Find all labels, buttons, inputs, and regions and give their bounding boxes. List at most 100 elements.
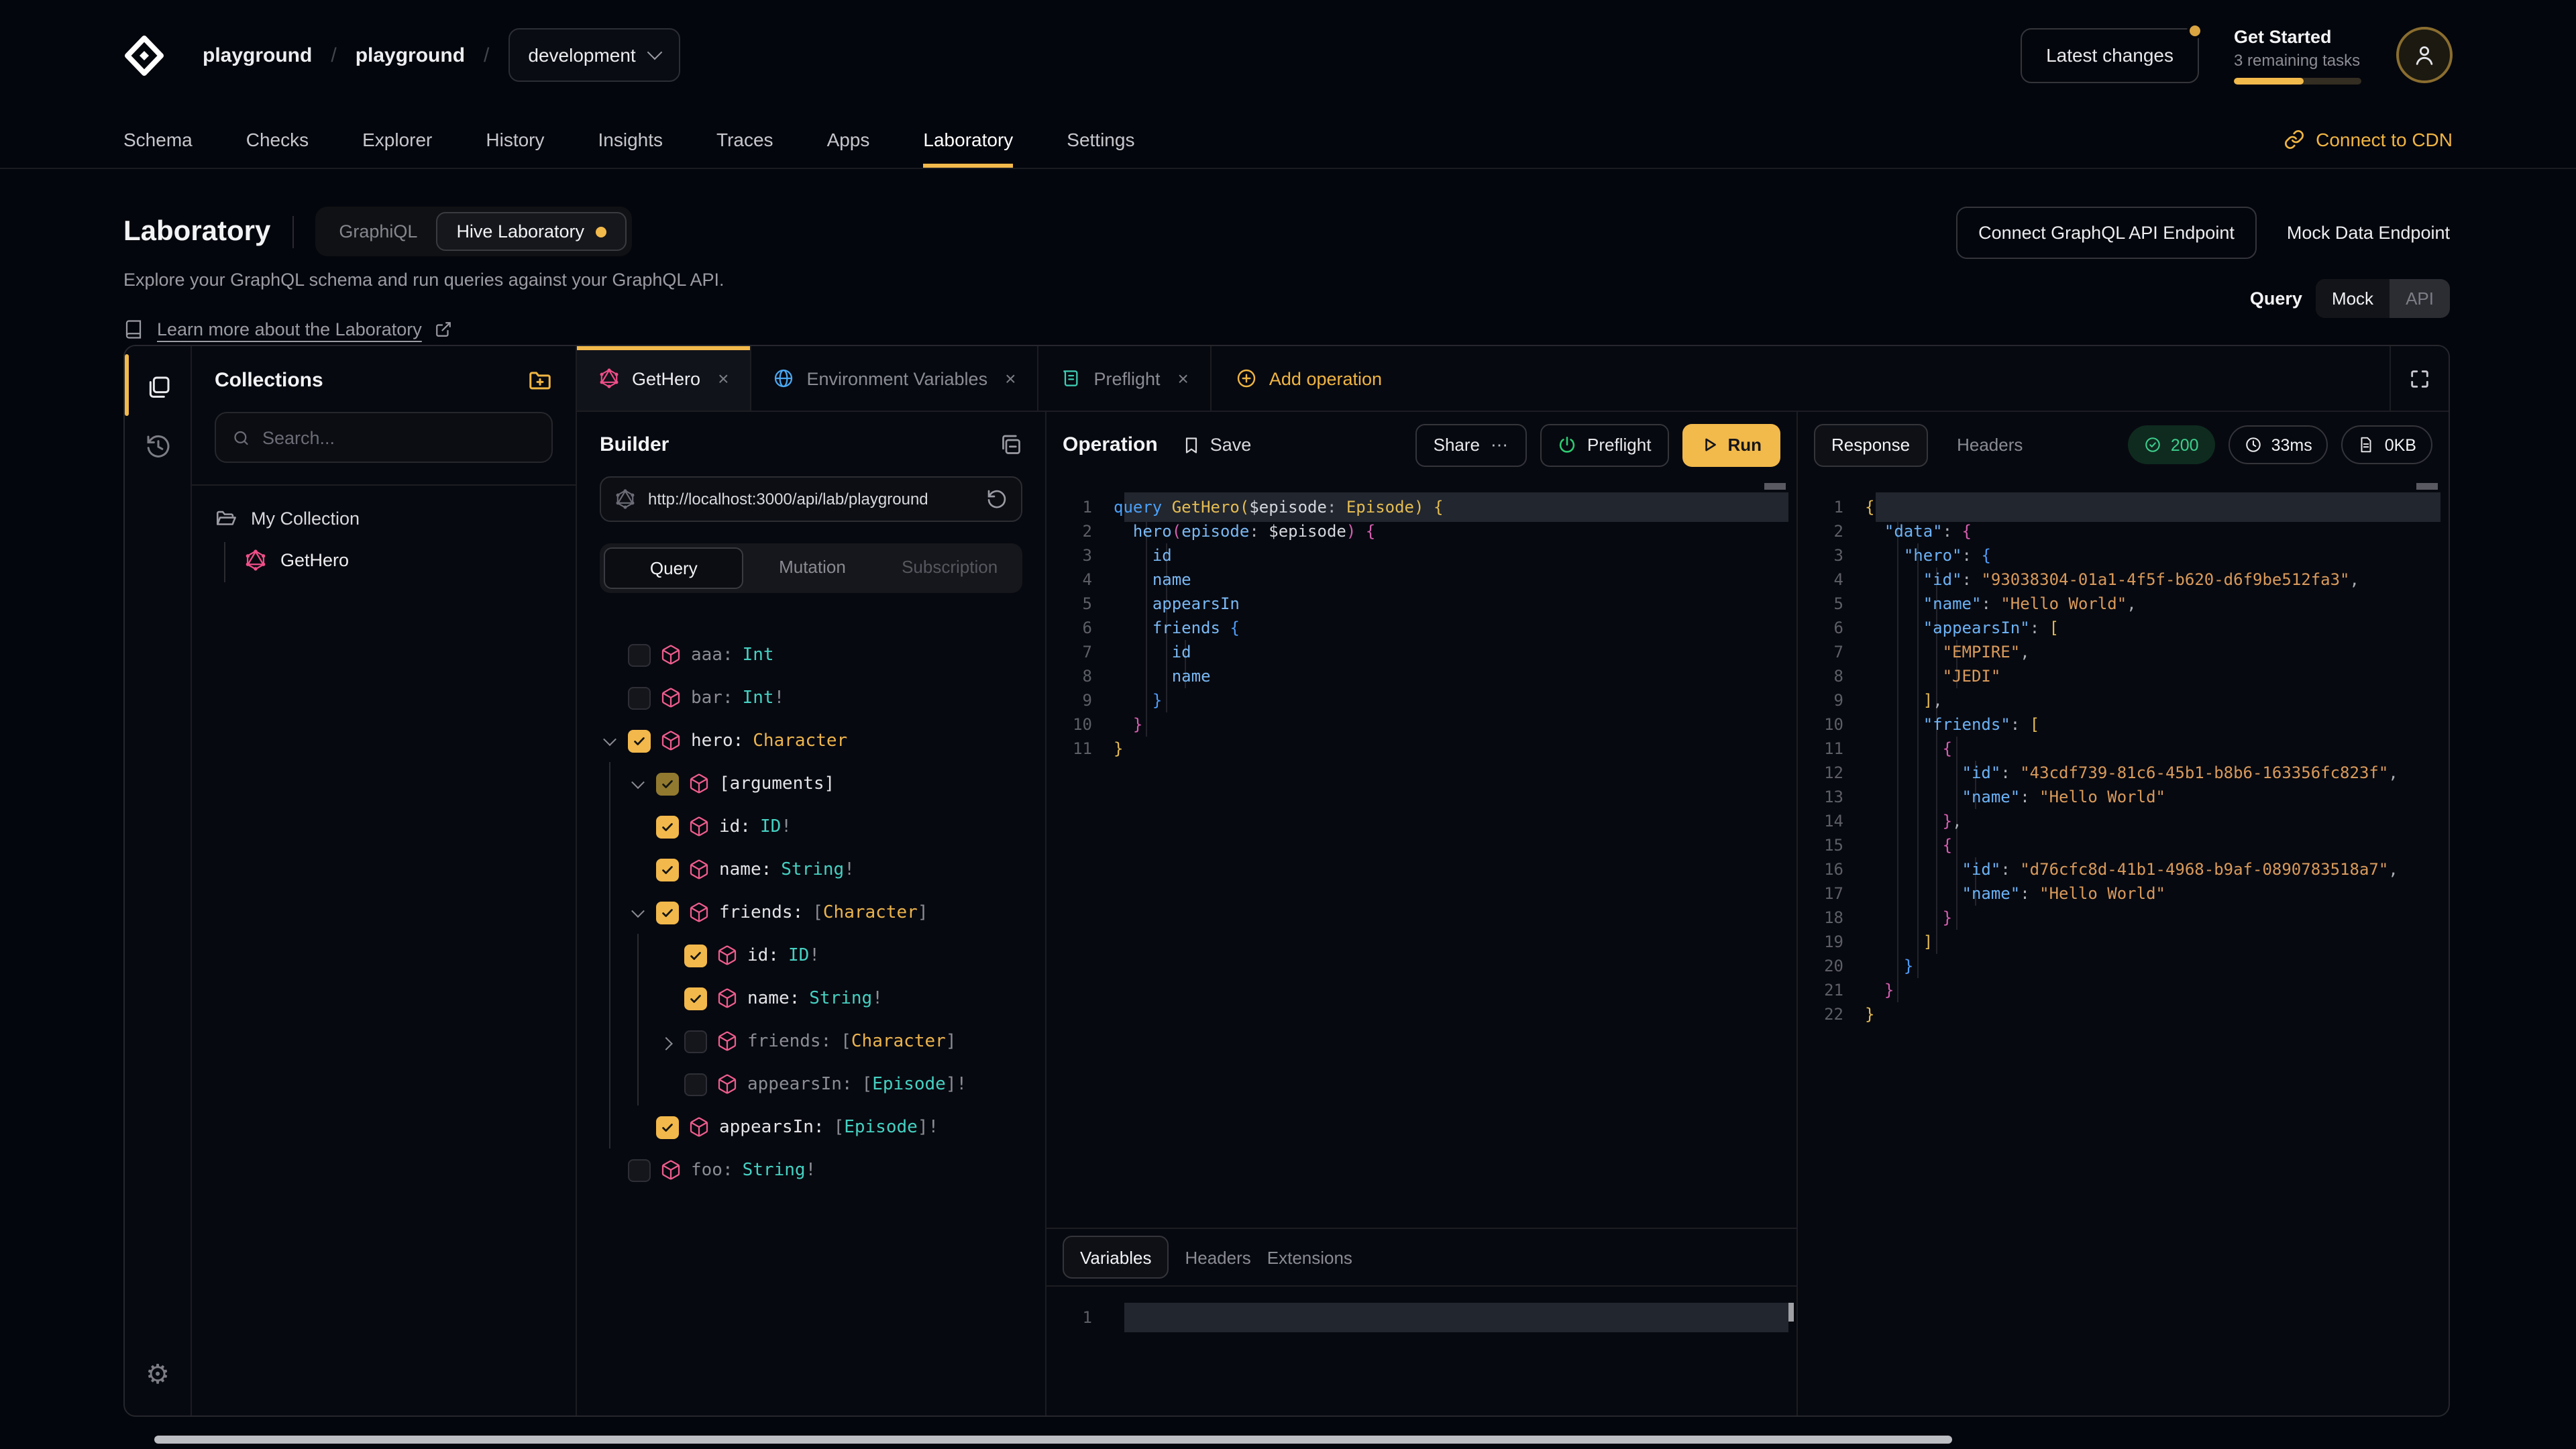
- history-rail-button[interactable]: [135, 424, 180, 470]
- nav-item-schema[interactable]: Schema: [123, 110, 193, 168]
- tab-environment-variables[interactable]: Environment Variables ×: [751, 346, 1038, 411]
- target-selector[interactable]: development: [508, 28, 680, 82]
- field-row-appearsin[interactable]: appearsIn:[Episode]!: [600, 1106, 1022, 1148]
- horizontal-scrollbar[interactable]: [154, 1436, 1952, 1444]
- more-options-icon[interactable]: ⋯: [1491, 434, 1509, 455]
- code-line[interactable]: 20 }: [1798, 954, 2449, 978]
- response-editor[interactable]: 1{2 "data": {3 "hero": {4 "id": "9303830…: [1798, 478, 2449, 1415]
- field-checkbox[interactable]: [628, 729, 651, 752]
- refresh-schema-button[interactable]: [986, 488, 1008, 510]
- code-line[interactable]: 9 }: [1046, 688, 1796, 712]
- add-operation-button[interactable]: Add operation: [1212, 346, 1406, 411]
- field-row-name[interactable]: name:String!: [600, 848, 1022, 891]
- field-checkbox[interactable]: [628, 643, 651, 666]
- code-line[interactable]: 16 "id": "d76cfc8d-41b1-4968-b9af-089078…: [1798, 857, 2449, 881]
- preflight-button[interactable]: Preflight: [1540, 423, 1668, 466]
- code-line[interactable]: 14 },: [1798, 809, 2449, 833]
- code-line[interactable]: 4 "id": "93038304-01a1-4f5f-b620-d6f9be5…: [1798, 568, 2449, 592]
- field-row-id[interactable]: id:ID!: [600, 934, 1022, 977]
- search-input[interactable]: [262, 427, 535, 447]
- collections-search[interactable]: [215, 412, 553, 463]
- close-tab-icon[interactable]: ×: [718, 368, 729, 389]
- code-line[interactable]: 5 appearsIn: [1046, 592, 1796, 616]
- mode-graphiql[interactable]: GraphiQL: [320, 213, 436, 250]
- collapse-builder-button[interactable]: [998, 432, 1022, 456]
- code-line[interactable]: 6 "appearsIn": [: [1798, 616, 2449, 640]
- query-editor[interactable]: 1query GetHero($episode: Episode) {2 her…: [1046, 478, 1796, 1228]
- field-checkbox[interactable]: [656, 772, 679, 795]
- code-line[interactable]: 11 {: [1798, 737, 2449, 761]
- field-checkbox[interactable]: [684, 987, 707, 1010]
- tab-headers[interactable]: Headers: [1185, 1247, 1250, 1267]
- run-button[interactable]: Run: [1682, 423, 1780, 466]
- field-row-id[interactable]: id:ID!: [600, 805, 1022, 848]
- code-line[interactable]: 19 ]: [1798, 930, 2449, 954]
- toggle-api[interactable]: API: [2390, 279, 2450, 318]
- nav-item-checks[interactable]: Checks: [246, 110, 309, 168]
- chevron-right-icon[interactable]: [656, 1032, 675, 1051]
- nav-item-traces[interactable]: Traces: [716, 110, 773, 168]
- code-line[interactable]: 1{: [1798, 495, 2449, 519]
- close-tab-icon[interactable]: ×: [1178, 368, 1189, 389]
- code-line[interactable]: 4 name: [1046, 568, 1796, 592]
- mock-data-endpoint-button[interactable]: Mock Data Endpoint: [2287, 223, 2450, 243]
- fullscreen-button[interactable]: [2390, 346, 2449, 411]
- code-line[interactable]: 7 "EMPIRE",: [1798, 640, 2449, 664]
- field-checkbox[interactable]: [628, 1159, 651, 1181]
- connect-graphql-endpoint-button[interactable]: Connect GraphQL API Endpoint: [1955, 207, 2257, 259]
- get-started-widget[interactable]: Get Started 3 remaining tasks: [2234, 26, 2361, 84]
- tab-gethero[interactable]: GetHero ×: [577, 346, 751, 411]
- code-line[interactable]: 10 "friends": [: [1798, 712, 2449, 737]
- field-checkbox[interactable]: [684, 1030, 707, 1053]
- toggle-mock[interactable]: Mock: [2316, 279, 2390, 318]
- code-line[interactable]: 12 "id": "43cdf739-81c6-45b1-b8b6-163356…: [1798, 761, 2449, 785]
- field-row-friends[interactable]: friends:[Character]: [600, 891, 1022, 934]
- share-button[interactable]: Share ⋯: [1416, 423, 1527, 466]
- close-tab-icon[interactable]: ×: [1005, 368, 1016, 389]
- hive-logo-icon[interactable]: [123, 34, 165, 76]
- chevron-down-icon[interactable]: [628, 774, 647, 793]
- code-line[interactable]: 17 "name": "Hello World": [1798, 881, 2449, 906]
- breadcrumb-org[interactable]: playground: [203, 44, 312, 66]
- mode-hive-laboratory[interactable]: Hive Laboratory: [436, 212, 626, 251]
- code-line[interactable]: 8 name: [1046, 664, 1796, 688]
- nav-item-explorer[interactable]: Explorer: [362, 110, 432, 168]
- code-line[interactable]: 18 }: [1798, 906, 2449, 930]
- code-line[interactable]: 10 }: [1046, 712, 1796, 737]
- nav-item-insights[interactable]: Insights: [598, 110, 663, 168]
- tab-subscription[interactable]: Subscription: [881, 547, 1018, 589]
- code-line[interactable]: 21 }: [1798, 978, 2449, 1002]
- code-line[interactable]: 1query GetHero($episode: Episode) {: [1046, 495, 1796, 519]
- tab-response-headers[interactable]: Headers: [1957, 435, 2023, 455]
- variables-editor[interactable]: 1: [1046, 1287, 1796, 1415]
- chevron-down-icon[interactable]: [628, 903, 647, 922]
- collection-operation-gethero[interactable]: GetHero: [244, 549, 553, 572]
- field-row-bar[interactable]: bar:Int!: [600, 676, 1022, 719]
- code-line[interactable]: 2 hero(episode: $episode) {: [1046, 519, 1796, 543]
- nav-item-apps[interactable]: Apps: [827, 110, 870, 168]
- new-collection-button[interactable]: [527, 368, 553, 393]
- code-line[interactable]: 6 friends {: [1046, 616, 1796, 640]
- code-line[interactable]: 13 "name": "Hello World": [1798, 785, 2449, 809]
- code-line[interactable]: 2 "data": {: [1798, 519, 2449, 543]
- settings-gear-button[interactable]: ⚙: [135, 1351, 180, 1397]
- field-row-foo[interactable]: foo:String!: [600, 1148, 1022, 1191]
- field-checkbox[interactable]: [656, 815, 679, 838]
- code-line[interactable]: 5 "name": "Hello World",: [1798, 592, 2449, 616]
- tab-extensions[interactable]: Extensions: [1267, 1247, 1352, 1267]
- field-checkbox[interactable]: [628, 686, 651, 709]
- tab-variables[interactable]: Variables: [1063, 1236, 1169, 1279]
- collections-rail-button[interactable]: [135, 365, 180, 411]
- field-checkbox[interactable]: [684, 944, 707, 967]
- endpoint-url-input[interactable]: http://localhost:3000/api/lab/playground: [600, 476, 1022, 522]
- user-avatar[interactable]: [2396, 27, 2453, 83]
- field-row-appearsin[interactable]: appearsIn:[Episode]!: [600, 1063, 1022, 1106]
- code-line[interactable]: 8 "JEDI": [1798, 664, 2449, 688]
- collection-folder-my-collection[interactable]: My Collection: [215, 507, 553, 530]
- field-row-friends[interactable]: friends:[Character]: [600, 1020, 1022, 1063]
- code-line[interactable]: 15 {: [1798, 833, 2449, 857]
- field-row-arguments[interactable]: [arguments]: [600, 762, 1022, 805]
- tab-query[interactable]: Query: [604, 547, 744, 589]
- code-line[interactable]: 11}: [1046, 737, 1796, 761]
- tab-mutation[interactable]: Mutation: [744, 547, 881, 589]
